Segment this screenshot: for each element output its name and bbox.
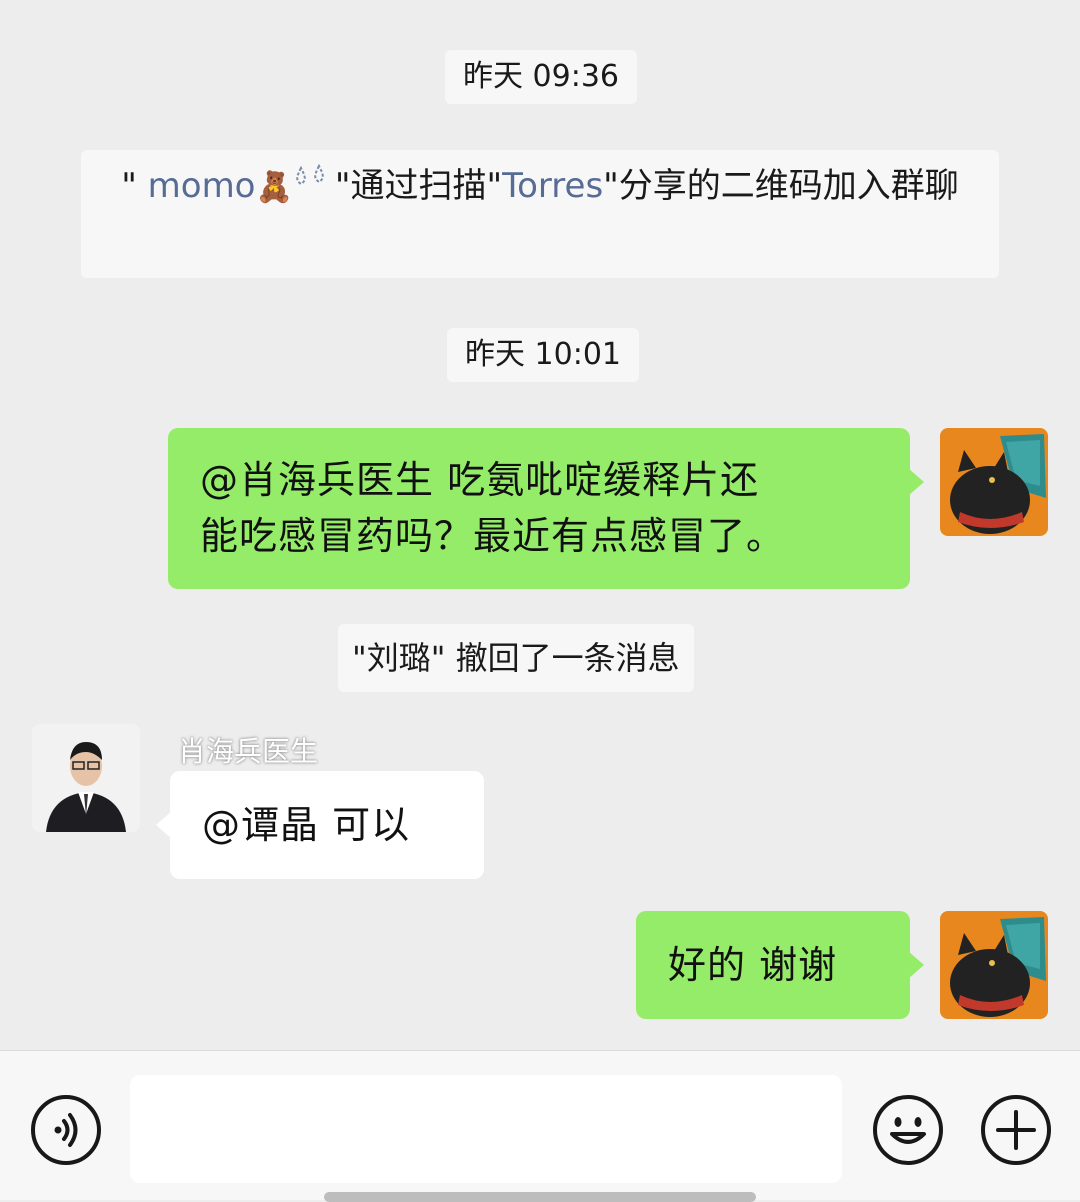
sweat-drops-icon (296, 163, 324, 186)
timestamp: 昨天 09:36 (445, 50, 637, 104)
my-avatar[interactable] (940, 428, 1048, 536)
sharer-name-link[interactable]: Torres (502, 166, 603, 206)
message-input[interactable] (130, 1075, 842, 1183)
chat-message-list[interactable]: 昨天 09:36 " momo🧸 "通过扫描"Torres"分享的二维码加入群聊 … (0, 0, 1080, 1050)
message-line: 能吃感冒药吗？最近有点感冒了。 (200, 514, 786, 558)
their-message-bubble[interactable]: @谭晶 可以 (156, 771, 484, 879)
joiner-name-link[interactable]: momo (148, 166, 256, 206)
voice-button[interactable] (30, 1094, 102, 1166)
timestamp: 昨天 10:01 (447, 328, 639, 382)
sender-name: 肖海兵医生 (178, 735, 319, 768)
input-bar (0, 1050, 1080, 1200)
plus-icon (981, 1095, 1051, 1165)
emoji-icon (873, 1095, 943, 1165)
join-notice-mid: "通过扫描" (334, 166, 503, 206)
doctor-avatar[interactable] (32, 724, 140, 832)
teddy-bear-emoji: 🧸 (255, 170, 293, 205)
message-text: 好的 谢谢 (668, 943, 838, 987)
message-text: @谭晶 可以 (202, 803, 411, 847)
black-cat-avatar-image (940, 428, 1048, 536)
more-button[interactable] (980, 1094, 1052, 1166)
black-cat-avatar-image (940, 911, 1048, 1019)
emoji-button[interactable] (872, 1094, 944, 1166)
join-notice-tail: "分享的二维码加入群聊 (603, 166, 959, 206)
my-message-bubble[interactable]: @肖海兵医生 吃氨吡啶缓释片还 能吃感冒药吗？最近有点感冒了。 (168, 428, 924, 589)
my-message-bubble[interactable]: 好的 谢谢 (636, 911, 924, 1019)
message-line: @肖海兵医生 吃氨吡啶缓释片还 (200, 458, 760, 502)
join-notice: " momo🧸 "通过扫描"Torres"分享的二维码加入群聊 (81, 150, 999, 278)
recall-notice: "刘璐" 撤回了一条消息 (338, 624, 694, 692)
my-avatar[interactable] (940, 911, 1048, 1019)
voice-icon (31, 1095, 101, 1165)
doctor-portrait-image (32, 724, 140, 832)
join-notice-prefix: " (121, 166, 148, 206)
home-indicator[interactable] (324, 1192, 756, 1202)
